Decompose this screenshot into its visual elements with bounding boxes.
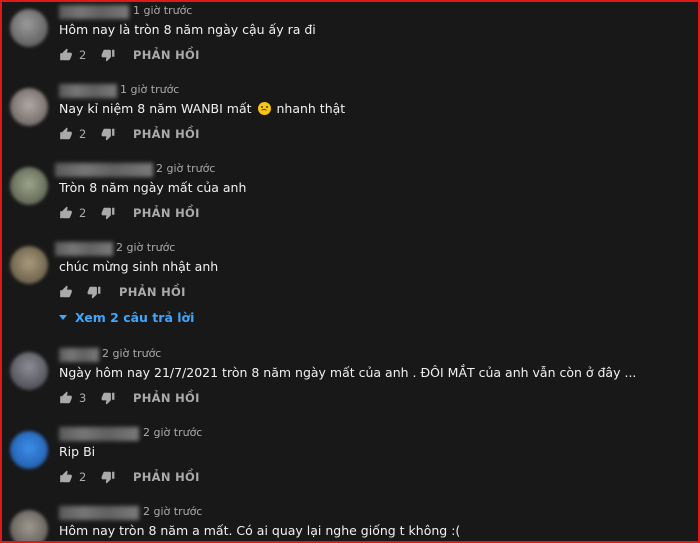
like-count: 2 — [79, 48, 87, 62]
reply-button[interactable]: PHẢN HỒI — [133, 470, 200, 484]
comment-text: Nay kỉ niệm 8 năm WANBI mất nhanh thật — [59, 101, 345, 116]
thumbs-down-icon[interactable] — [101, 48, 115, 62]
like-count: 3 — [79, 391, 87, 405]
thumbs-down-icon[interactable] — [101, 206, 115, 220]
thumbs-up-icon[interactable] — [59, 391, 73, 405]
author-name[interactable] — [59, 5, 129, 19]
comment-actions: 3 PHẢN HỒI — [59, 390, 200, 406]
comment-timestamp[interactable]: 2 giờ trước — [156, 162, 215, 175]
reply-button[interactable]: PHẢN HỒI — [133, 391, 200, 405]
comment-actions: 2 PHẢN HỒI — [59, 205, 200, 221]
thumbs-up-icon[interactable] — [59, 48, 73, 62]
avatar[interactable] — [10, 431, 48, 469]
thumbs-down-icon[interactable] — [101, 470, 115, 484]
author-name[interactable] — [55, 242, 113, 256]
comment-text: Hôm nay tròn 8 năm a mất. Có ai quay lại… — [59, 523, 461, 538]
reply-button[interactable]: PHẢN HỒI — [133, 206, 200, 220]
caret-down-icon — [59, 315, 67, 320]
comment-text: Tròn 8 năm ngày mất của anh — [59, 180, 247, 195]
comment-text: Ngày hôm nay 21/7/2021 tròn 8 năm ngày m… — [59, 365, 637, 380]
comment-timestamp[interactable]: 2 giờ trước — [143, 426, 202, 439]
like-count: 2 — [79, 470, 87, 484]
author-name[interactable] — [59, 506, 139, 520]
author-name[interactable] — [59, 427, 139, 441]
author-name[interactable] — [59, 348, 99, 362]
avatar[interactable] — [10, 88, 48, 126]
avatar[interactable] — [10, 352, 48, 390]
view-replies-button[interactable]: Xem 2 câu trả lời — [59, 310, 194, 325]
comment-text-part: nhanh thật — [276, 101, 346, 116]
sad-face-emoji-icon — [257, 102, 271, 115]
comment-timestamp[interactable]: 2 giờ trước — [102, 347, 161, 360]
avatar[interactable] — [10, 510, 48, 541]
thumbs-down-icon[interactable] — [101, 127, 115, 141]
author-name[interactable] — [55, 163, 153, 177]
reply-button[interactable]: PHẢN HỒI — [119, 285, 186, 299]
comments-panel: 1 giờ trước Hôm nay là tròn 8 năm ngày c… — [0, 0, 700, 543]
comment-text: Hôm nay là tròn 8 năm ngày cậu ấy ra đi — [59, 22, 316, 37]
comment-actions: 2 PHẢN HỒI — [59, 126, 200, 142]
thumbs-up-icon[interactable] — [59, 470, 73, 484]
reply-button[interactable]: PHẢN HỒI — [133, 127, 200, 141]
avatar[interactable] — [10, 167, 48, 205]
thumbs-up-icon[interactable] — [59, 206, 73, 220]
comment-text-part: Nay kỉ niệm 8 năm WANBI mất — [59, 101, 252, 116]
comment-text: chúc mừng sinh nhật anh — [59, 259, 219, 274]
avatar[interactable] — [10, 246, 48, 284]
comment-actions: 2 PHẢN HỒI — [59, 469, 200, 485]
thumbs-up-icon[interactable] — [59, 127, 73, 141]
thumbs-up-icon[interactable] — [59, 285, 73, 299]
comment-text: Rip Bi — [59, 444, 96, 459]
author-name[interactable] — [59, 84, 117, 98]
comment-timestamp[interactable]: 1 giờ trước — [133, 4, 192, 17]
comment-actions: 2 PHẢN HỒI — [59, 47, 200, 63]
like-count: 2 — [79, 206, 87, 220]
reply-button[interactable]: PHẢN HỒI — [133, 48, 200, 62]
view-replies-label: Xem 2 câu trả lời — [75, 310, 195, 325]
comment-timestamp[interactable]: 2 giờ trước — [143, 505, 202, 518]
thumbs-down-icon[interactable] — [87, 285, 101, 299]
like-count: 2 — [79, 127, 87, 141]
thumbs-down-icon[interactable] — [101, 391, 115, 405]
comment-timestamp[interactable]: 1 giờ trước — [120, 83, 179, 96]
comment-timestamp[interactable]: 2 giờ trước — [116, 241, 175, 254]
avatar[interactable] — [10, 9, 48, 47]
comment-actions: PHẢN HỒI — [59, 284, 186, 300]
